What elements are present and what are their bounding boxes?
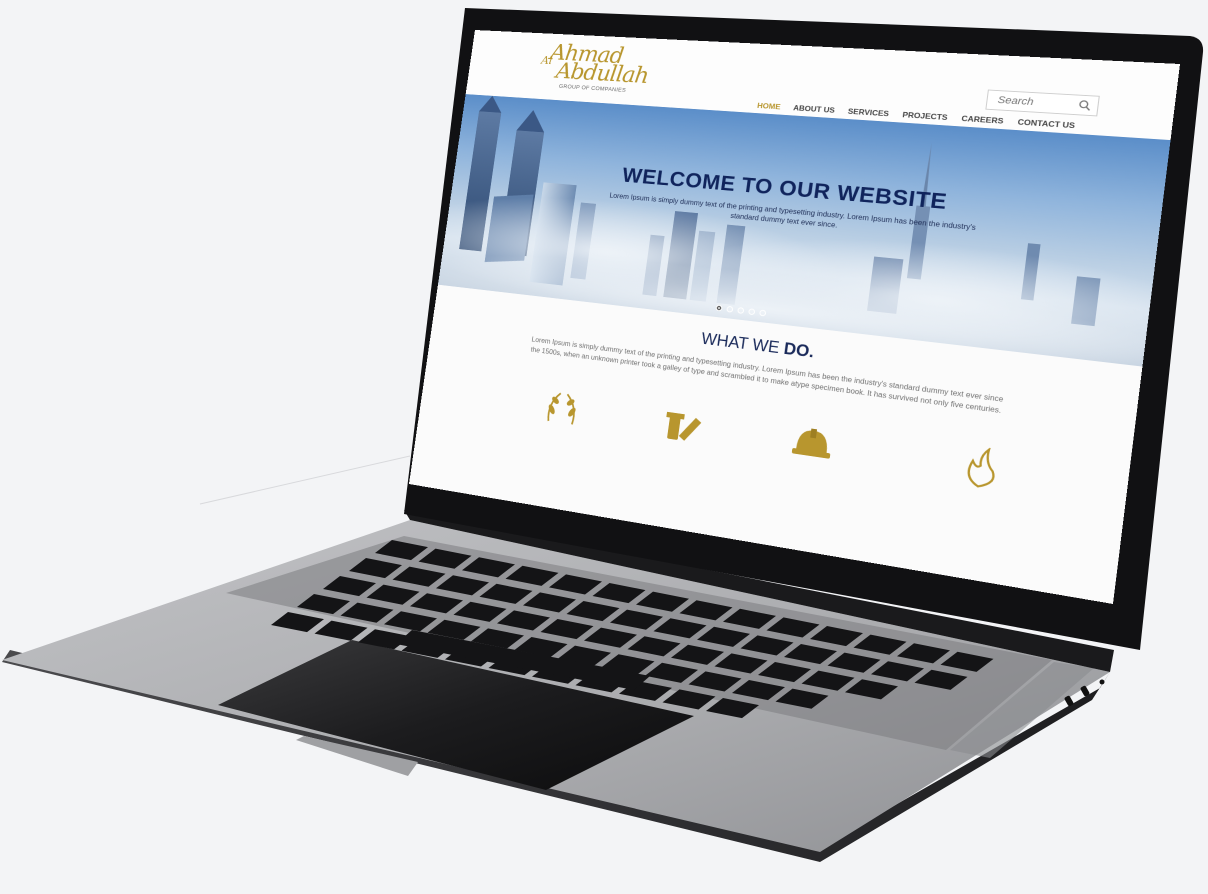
keyboard-key (392, 566, 446, 587)
keyboard-key (784, 644, 837, 665)
keyboard-key (636, 591, 689, 612)
keyboard-key (679, 600, 733, 621)
keyboard-key (523, 592, 576, 613)
keyboard-key (349, 558, 402, 579)
keyboard-key (436, 575, 489, 596)
keyboard-key (758, 662, 811, 683)
keyboard-key (375, 540, 428, 561)
slider-dot[interactable] (737, 307, 745, 314)
keyboard-key (566, 601, 620, 622)
keyboard-key (462, 557, 515, 578)
keyboard-key (914, 669, 968, 690)
keyboard-key (740, 635, 794, 656)
keyboard-key (610, 609, 663, 630)
keyboard-key (627, 636, 681, 657)
keyboard-key (410, 593, 463, 614)
keyboard-key (314, 620, 368, 641)
keyboard-key (871, 661, 924, 682)
search-icon[interactable] (1078, 99, 1092, 111)
keyboard-key (549, 574, 602, 595)
keyboard-key (671, 644, 724, 665)
tools-icon[interactable] (661, 403, 706, 447)
flame-icon[interactable] (955, 444, 1006, 492)
keyboard-key (688, 671, 742, 692)
keyboard-key (645, 662, 698, 683)
keyboard-key (801, 670, 855, 691)
laurel-icon[interactable] (541, 386, 583, 429)
keyboard-key (297, 594, 350, 615)
keyboard-key (453, 601, 507, 622)
keyboard-key (497, 610, 550, 631)
company-logo[interactable]: Ahmad Al Abdullah GROUP OF COMPANIES (539, 40, 649, 96)
search-input[interactable] (986, 90, 1082, 115)
keyboard-key (662, 689, 716, 710)
what-title-light: WHAT WE (700, 329, 786, 358)
keyboard-key (732, 680, 785, 701)
slider-dot[interactable] (715, 304, 723, 312)
keyboard-key (853, 634, 907, 655)
keyboard-key (706, 698, 759, 719)
keyboard-key (940, 651, 994, 672)
keyboard-key (479, 583, 533, 604)
what-title-bold: DO. (782, 339, 816, 362)
keyboard-key (271, 612, 324, 633)
keyboard-key (366, 584, 420, 605)
keyboard-key (766, 617, 820, 638)
slider-dot[interactable] (748, 308, 756, 316)
keyboard-key (653, 618, 707, 639)
keyboard-key (505, 565, 559, 586)
keyboard-key (697, 626, 750, 647)
keyboard-key (810, 626, 863, 647)
laptop-mockup: Ahmad Al Abdullah GROUP OF COMPANIES HOM… (0, 0, 1208, 894)
keyboard-key (418, 548, 472, 569)
keyboard-key (340, 602, 394, 623)
keyboard-key (845, 679, 898, 700)
keyboard-key (592, 583, 646, 604)
keyboard-key (775, 688, 829, 709)
slider-dot[interactable] (726, 305, 734, 313)
hard-hat-icon[interactable] (789, 421, 836, 467)
keyboard-key (323, 576, 376, 597)
keyboard-key (827, 652, 881, 673)
keyboard-key (897, 643, 950, 664)
logo-script: Al (540, 54, 554, 68)
keyboard-key (714, 653, 768, 674)
keyboard-key (540, 619, 594, 640)
slider-dot[interactable] (759, 309, 767, 317)
keyboard-key (723, 608, 776, 629)
keyboard-key (584, 627, 637, 648)
keyboard-key (384, 611, 437, 632)
